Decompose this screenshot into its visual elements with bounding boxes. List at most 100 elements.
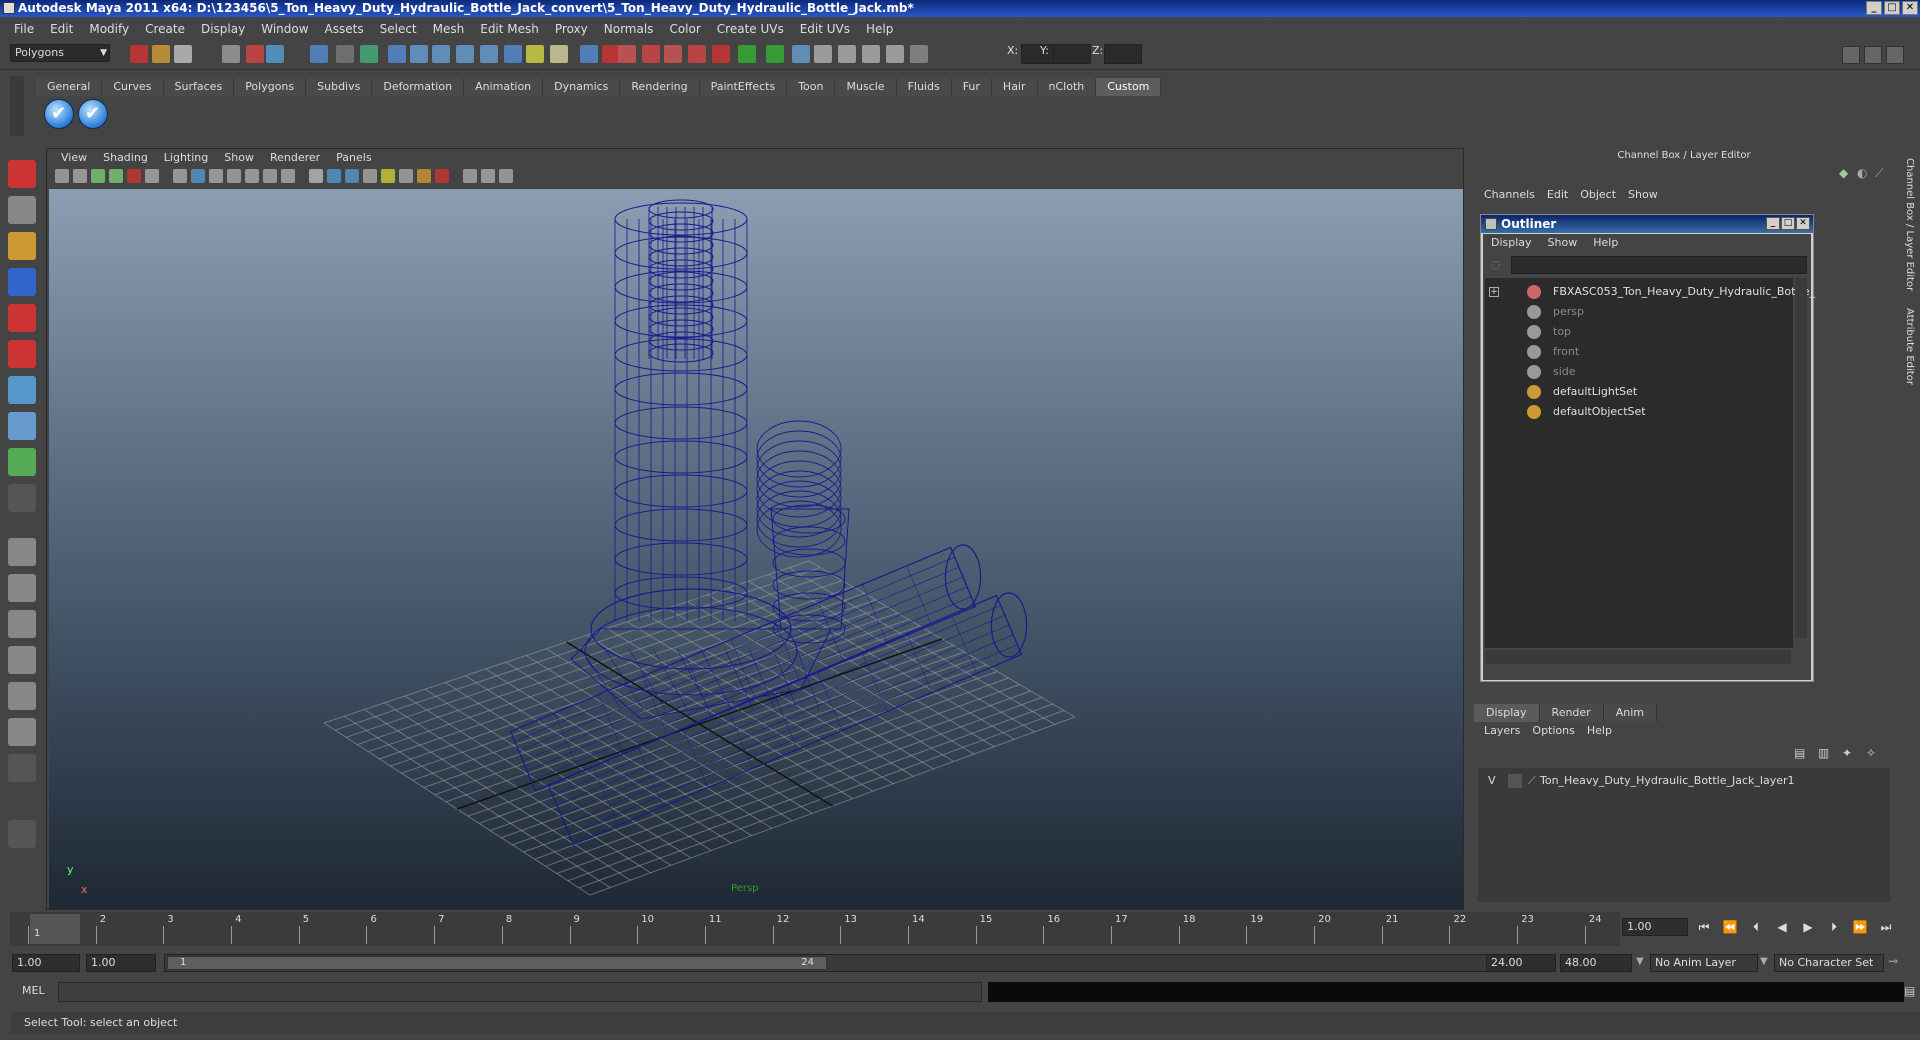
status-tool-icon[interactable] xyxy=(618,45,636,63)
maximize-button[interactable]: □ xyxy=(1781,217,1795,230)
end-time-field[interactable]: 48.00 xyxy=(1560,954,1632,972)
panel-tool-icon[interactable] xyxy=(499,169,513,183)
start-time-field[interactable]: 1.00 xyxy=(12,954,80,972)
outliner-item[interactable]: top xyxy=(1485,322,1785,342)
panel-menu-shading[interactable]: Shading xyxy=(95,149,156,167)
outliner-menu-show[interactable]: Show xyxy=(1540,234,1586,252)
status-tool-icon[interactable] xyxy=(480,45,498,63)
y-field[interactable] xyxy=(1053,44,1091,64)
status-tool-icon[interactable] xyxy=(336,45,354,63)
status-tool-icon[interactable] xyxy=(792,45,810,63)
hypershade-layout-icon[interactable] xyxy=(8,682,36,710)
channel-box-menu-channels[interactable]: Channels xyxy=(1478,188,1541,201)
settings-icon[interactable]: ◐ xyxy=(1857,166,1867,180)
create-layer-selected-icon[interactable]: ✧ xyxy=(1866,746,1876,760)
menu-modify[interactable]: Modify xyxy=(81,22,137,36)
layer-color-icon[interactable]: ⟋ xyxy=(1528,772,1536,790)
panel-tool-icon[interactable] xyxy=(463,169,477,183)
status-tool-icon[interactable] xyxy=(910,45,928,63)
menu-help[interactable]: Help xyxy=(858,22,901,36)
outliner-item[interactable]: defaultObjectSet xyxy=(1485,402,1785,422)
menu-set-dropdown[interactable]: Polygons ▼ xyxy=(10,44,110,62)
status-tool-icon[interactable] xyxy=(642,45,660,63)
auto-key-icon[interactable]: ⊸ xyxy=(1888,954,1898,968)
menu-file[interactable]: File xyxy=(6,22,42,36)
panel-tool-icon[interactable] xyxy=(345,169,359,183)
select-tool-icon[interactable] xyxy=(8,160,36,188)
layer-visibility-toggle[interactable]: V xyxy=(1488,772,1496,790)
dope-sheet-layout-icon[interactable] xyxy=(8,718,36,746)
status-tool-icon[interactable] xyxy=(862,45,880,63)
menu-assets[interactable]: Assets xyxy=(317,22,372,36)
panel-tool-icon[interactable] xyxy=(435,169,449,183)
outliner-layout-icon[interactable] xyxy=(8,610,36,638)
command-input[interactable] xyxy=(58,982,982,1002)
side-tab-attribute-editor[interactable]: Attribute Editor xyxy=(1904,308,1915,385)
panel-tool-icon[interactable] xyxy=(173,169,187,183)
shelf-tab-general[interactable]: General xyxy=(36,78,103,96)
shelf-tab-muscle[interactable]: Muscle xyxy=(835,78,897,96)
status-tool-icon[interactable] xyxy=(688,45,706,63)
menu-proxy[interactable]: Proxy xyxy=(547,22,596,36)
status-tool-icon[interactable] xyxy=(432,45,450,63)
shelf-tab-hair[interactable]: Hair xyxy=(991,78,1038,96)
panel-tool-icon[interactable] xyxy=(91,169,105,183)
shelf-tab-fur[interactable]: Fur xyxy=(951,78,992,96)
layer-menu-options[interactable]: Options xyxy=(1526,724,1580,737)
status-tool-icon[interactable] xyxy=(526,45,544,63)
go-to-start-button[interactable]: ⏮ xyxy=(1694,918,1714,936)
command-language-label[interactable]: MEL xyxy=(22,984,45,997)
status-tool-icon[interactable] xyxy=(838,45,856,63)
toggle-tool-settings-button[interactable] xyxy=(1886,46,1904,64)
chevron-down-icon[interactable]: ▼ xyxy=(1636,956,1644,967)
panel-menu-show[interactable]: Show xyxy=(216,149,262,167)
pin-icon[interactable]: ⟋ xyxy=(1875,166,1883,181)
minimize-button[interactable]: _ xyxy=(1766,217,1780,230)
shelf-tab-animation[interactable]: Animation xyxy=(464,78,544,96)
status-tool-icon[interactable] xyxy=(410,45,428,63)
layer-type-toggle[interactable] xyxy=(1508,774,1522,788)
outliner-vertical-scrollbar[interactable] xyxy=(1795,278,1807,638)
panel-tool-icon[interactable] xyxy=(263,169,277,183)
menu-window[interactable]: Window xyxy=(253,22,316,36)
menu-select[interactable]: Select xyxy=(372,22,425,36)
character-set-dropdown[interactable]: No Character Set xyxy=(1774,954,1884,972)
playback-end-field[interactable]: 24.00 xyxy=(1486,954,1556,972)
channel-box-menu-edit[interactable]: Edit xyxy=(1541,188,1574,201)
panel-tool-icon[interactable] xyxy=(281,169,295,183)
create-layer-icon[interactable]: ✦ xyxy=(1842,746,1852,760)
go-to-end-button[interactable]: ⏭ xyxy=(1876,918,1896,936)
shelf-tab-subdivs[interactable]: Subdivs xyxy=(306,78,373,96)
status-tool-icon[interactable] xyxy=(814,45,832,63)
channel-box-menu-show[interactable]: Show xyxy=(1622,188,1664,201)
anim-layer-dropdown[interactable]: No Anim Layer xyxy=(1650,954,1758,972)
close-button[interactable]: ✕ xyxy=(1902,1,1918,15)
shelf-tab-rendering[interactable]: Rendering xyxy=(620,78,700,96)
menu-display[interactable]: Display xyxy=(193,22,253,36)
shelf-tab-custom[interactable]: Custom xyxy=(1096,78,1162,96)
scale-tool-icon[interactable] xyxy=(8,340,36,368)
outliner-item[interactable]: + FBXASC053_Ton_Heavy_Duty_Hydraulic_Bott… xyxy=(1485,282,1815,302)
custom-check-icon[interactable] xyxy=(44,99,74,129)
panel-tool-icon[interactable] xyxy=(191,169,205,183)
status-tool-icon[interactable] xyxy=(766,45,784,63)
toggle-attribute-editor-button[interactable] xyxy=(1864,46,1882,64)
paint-select-icon[interactable] xyxy=(8,232,36,260)
last-tool-icon[interactable] xyxy=(8,484,36,512)
panel-tool-icon[interactable] xyxy=(417,169,431,183)
shelf-tab-fluids[interactable]: Fluids xyxy=(896,78,952,96)
step-back-frame-button[interactable]: ⏴ xyxy=(1746,918,1766,936)
layer-menu-help[interactable]: Help xyxy=(1581,724,1618,737)
panel-tool-icon[interactable] xyxy=(145,169,159,183)
outliner-item[interactable]: persp xyxy=(1485,302,1785,322)
shelf-tab-surfaces[interactable]: Surfaces xyxy=(163,78,235,96)
panel-tool-icon[interactable] xyxy=(245,169,259,183)
menu-mesh[interactable]: Mesh xyxy=(425,22,473,36)
outliner-menu-display[interactable]: Display xyxy=(1483,234,1540,252)
menu-edit[interactable]: Edit xyxy=(42,22,81,36)
status-tool-icon[interactable] xyxy=(310,45,328,63)
panel-tool-icon[interactable] xyxy=(55,169,69,183)
status-tool-icon[interactable] xyxy=(222,45,240,63)
script-editor-icon[interactable]: ▤ xyxy=(1904,984,1915,998)
status-tool-icon[interactable] xyxy=(388,45,406,63)
